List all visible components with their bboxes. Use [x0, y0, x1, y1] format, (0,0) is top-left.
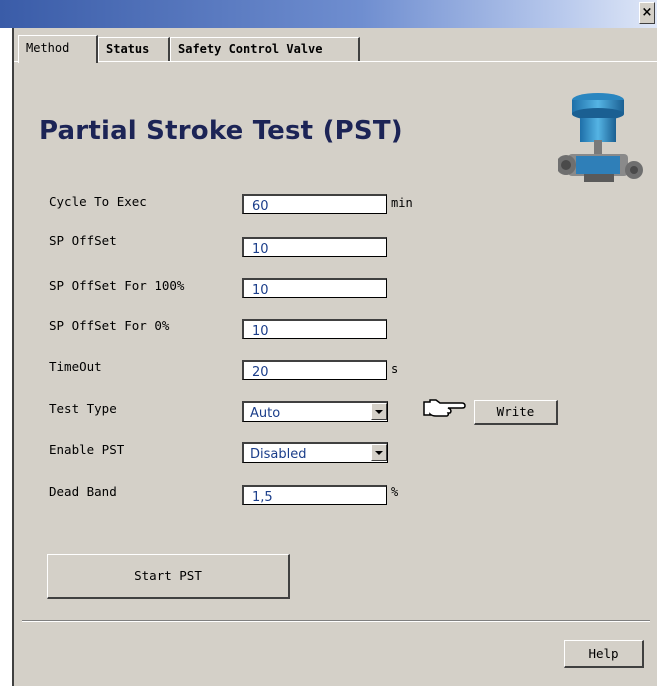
pointing-hand-icon: [423, 399, 466, 417]
dialog-window: Method Status Safety Control Valve Parti…: [12, 28, 657, 686]
test-type-label: Test Type: [49, 401, 117, 416]
test-type-select[interactable]: Auto: [242, 401, 388, 422]
enable-pst-value: Disabled: [250, 447, 307, 462]
chevron-down-icon[interactable]: [371, 444, 387, 461]
sp-offset-100-input[interactable]: [242, 278, 387, 298]
tab-bar: Method Status Safety Control Valve: [14, 35, 657, 63]
control-valve-icon: [558, 93, 643, 182]
footer-divider: [22, 620, 650, 622]
test-type-value: Auto: [250, 406, 281, 421]
sp-offset-0-label: SP OffSet For 0%: [49, 318, 170, 333]
cycle-to-exec-unit: min: [391, 196, 413, 210]
sp-offset-100-label: SP OffSet For 100%: [49, 278, 185, 293]
title-bar: ×: [0, 0, 657, 28]
close-icon: ×: [641, 5, 653, 20]
close-button[interactable]: ×: [639, 2, 655, 24]
help-button[interactable]: Help: [564, 640, 644, 668]
timeout-unit: s: [391, 362, 399, 376]
enable-pst-select[interactable]: Disabled: [242, 442, 388, 463]
dead-band-input[interactable]: [242, 485, 387, 505]
start-pst-button[interactable]: Start PST: [47, 554, 290, 599]
timeout-input[interactable]: [242, 360, 387, 380]
tab-status[interactable]: Status: [98, 37, 170, 61]
sp-offset-label: SP OffSet: [49, 233, 117, 248]
cycle-to-exec-input[interactable]: [242, 194, 387, 214]
enable-pst-label: Enable PST: [49, 442, 125, 457]
tab-method[interactable]: Method: [18, 35, 98, 63]
tab-divider: [14, 61, 657, 62]
tab-safety-control-valve[interactable]: Safety Control Valve: [170, 37, 360, 61]
chevron-down-icon[interactable]: [371, 403, 387, 420]
cycle-to-exec-label: Cycle To Exec: [49, 194, 147, 209]
timeout-label: TimeOut: [49, 359, 102, 374]
dead-band-label: Dead Band: [49, 484, 117, 499]
sp-offset-0-input[interactable]: [242, 319, 387, 339]
write-button[interactable]: Write: [474, 400, 558, 425]
page-title: Partial Stroke Test (PST): [39, 116, 403, 146]
sp-offset-input[interactable]: [242, 237, 387, 257]
dead-band-unit: %: [391, 485, 399, 499]
